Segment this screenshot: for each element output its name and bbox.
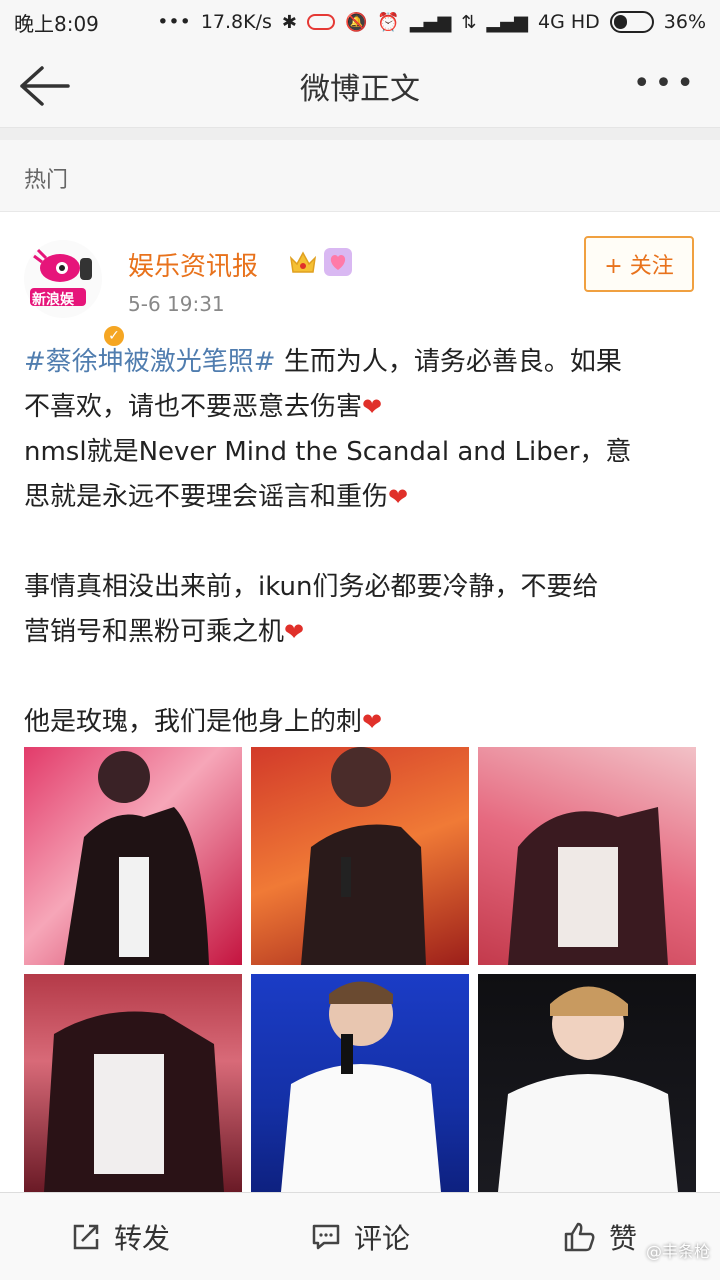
content-text: 不喜欢，请也不要恶意去伤害: [24, 392, 363, 422]
photo-thumbnail[interactable]: [24, 974, 242, 1192]
nav-bar: 微博正文 •••: [0, 44, 720, 128]
photo-grid: [24, 747, 696, 1192]
status-icons: ••• 17.8K/s ✱ 🔕 ⏰ ▂▄▆ ⇅ ▂▄▆ 4G HD 36%: [157, 11, 706, 33]
thumbs-up-icon: [564, 1222, 595, 1251]
content-line: 他是玫瑰，我们是他身上的刺❤: [24, 700, 696, 745]
content-text: 生而为人，请务必善良。如果: [275, 347, 622, 377]
divider: [0, 128, 720, 140]
hashtag-link[interactable]: #蔡徐坤被激光笔照#: [24, 347, 276, 377]
photo-thumbnail[interactable]: [478, 747, 696, 965]
follow-label: + 关注: [604, 254, 674, 279]
repost-button[interactable]: 转发: [0, 1193, 240, 1280]
data-transfer-icon: ⇅: [461, 11, 477, 33]
comment-icon: [312, 1224, 340, 1249]
heart-badge-icon: [324, 248, 352, 276]
status-time: 晚上8:09: [14, 11, 99, 36]
network-type: 4G HD: [537, 11, 600, 33]
section-label: 热门: [0, 140, 720, 212]
follow-button[interactable]: + 关注: [584, 236, 694, 292]
like-button[interactable]: 赞: [480, 1193, 720, 1280]
photo-thumbnail[interactable]: [24, 747, 242, 965]
content-text: 思就是永远不要理会谣言和重伤: [24, 482, 389, 512]
section-hot-label: 热门: [24, 168, 69, 193]
avatar[interactable]: 新浪娱 ✓: [24, 240, 126, 348]
action-bar: 转发 评论 赞 @丰条枪: [0, 1192, 720, 1280]
content-line: 营销号和黑粉可乘之机❤: [24, 610, 696, 655]
watermark: @丰条枪: [645, 1242, 710, 1261]
crown-badge-icon: [289, 251, 317, 273]
signal-2-icon: ▂▄▆: [486, 11, 528, 33]
heart-emoji-icon: ❤: [388, 483, 409, 511]
status-bar: 晚上8:09 ••• 17.8K/s ✱ 🔕 ⏰ ▂▄▆ ⇅ ▂▄▆ 4G HD…: [0, 0, 720, 44]
network-speed: 17.8K/s: [200, 11, 272, 33]
content-line: nmsl就是Never Mind the Scandal and Liber，意: [24, 430, 696, 475]
weibo-post: 新浪娱 ✓ 娱乐资讯报 5-6 19:31 + 关注 #蔡徐坤被激光笔照# 生而…: [0, 212, 720, 1192]
content-line: #蔡徐坤被激光笔照# 生而为人，请务必善良。如果: [24, 340, 696, 385]
repost-icon: [73, 1224, 99, 1249]
post-time: 5-6 19:31: [128, 292, 225, 316]
content-text: nmsl就是Never Mind the Scandal and Liber，意: [24, 437, 632, 467]
content-text: 营销号和黑粉可乘之机: [24, 617, 285, 647]
photo-thumbnail[interactable]: [251, 747, 469, 965]
like-label: 赞: [608, 1221, 637, 1255]
bluetooth-icon: ✱: [281, 11, 297, 33]
status-dots: •••: [157, 11, 191, 33]
content-blank: [24, 655, 696, 700]
mute-icon: 🔕: [344, 11, 368, 33]
recording-icon: [306, 14, 335, 30]
back-arrow-icon[interactable]: [18, 62, 70, 110]
content-blank: [24, 520, 696, 565]
page-title: 微博正文: [300, 71, 420, 107]
heart-emoji-icon: ❤: [362, 393, 383, 421]
comment-button[interactable]: 评论: [240, 1193, 480, 1280]
alarm-icon: ⏰: [377, 11, 400, 33]
photo-thumbnail[interactable]: [251, 974, 469, 1192]
avatar-logo-text: 新浪娱: [32, 292, 74, 308]
battery-icon: [609, 11, 654, 33]
heart-emoji-icon: ❤: [284, 618, 305, 646]
battery-percent: 36%: [663, 11, 706, 33]
heart-emoji-icon: ❤: [362, 708, 383, 736]
content-text: 事情真相没出来前，ikun们务必都要冷静，不要给: [24, 572, 599, 602]
post-content: #蔡徐坤被激光笔照# 生而为人，请务必善良。如果 不喜欢，请也不要恶意去伤害❤ …: [24, 340, 696, 745]
content-line: 思就是永远不要理会谣言和重伤❤: [24, 475, 696, 520]
username[interactable]: 娱乐资讯报: [128, 246, 258, 283]
content-text: 他是玫瑰，我们是他身上的刺: [24, 707, 363, 737]
content-line: 事情真相没出来前，ikun们务必都要冷静，不要给: [24, 565, 696, 610]
user-badges: [288, 248, 352, 276]
repost-label: 转发: [113, 1221, 170, 1255]
content-line: 不喜欢，请也不要恶意去伤害❤: [24, 385, 696, 430]
signal-icon: ▂▄▆: [409, 11, 452, 33]
photo-thumbnail[interactable]: [478, 974, 696, 1192]
more-options-icon[interactable]: •••: [633, 69, 698, 99]
comment-label: 评论: [353, 1221, 410, 1255]
